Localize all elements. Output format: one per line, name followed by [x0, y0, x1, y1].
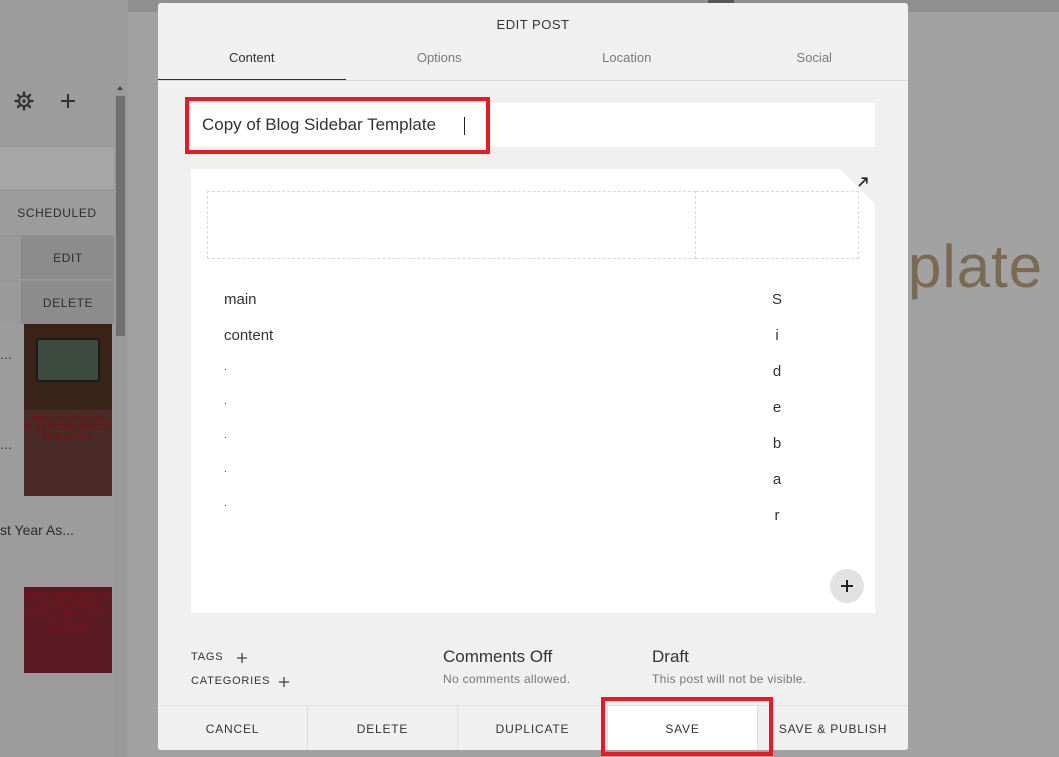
post-title-input[interactable]: [191, 103, 875, 147]
add-tag-plus-icon[interactable]: [236, 652, 248, 664]
post-list-item-title[interactable]: st Year As...: [0, 522, 74, 538]
spacer-block-main[interactable]: [207, 191, 696, 259]
add-category-plus-icon[interactable]: [278, 676, 290, 688]
cancel-button[interactable]: CANCEL: [158, 706, 308, 750]
post-thumbnail[interactable]: NEED A WEBSITE FOR YOUR BUSINESS THAT LO…: [24, 587, 112, 673]
modal-footer: CANCEL DELETE DUPLICATE SAVE SAVE & PUBL…: [158, 705, 908, 750]
sidebar-letter: S: [771, 291, 782, 308]
main-content-column[interactable]: main content . . . . .: [224, 285, 524, 527]
plus-icon[interactable]: [58, 91, 78, 111]
comments-status-description: No comments allowed.: [443, 672, 571, 686]
content-editor[interactable]: main content . . . . . S i d e b a r: [191, 169, 875, 613]
sidebar-letter: r: [774, 507, 780, 524]
post-thumbnail[interactable]: HOW TO OPTIMIZE BLOG POSTS BEFORE PUBLIS…: [24, 410, 112, 496]
expand-icon[interactable]: [857, 176, 869, 188]
post-status-toggle[interactable]: Draft: [652, 647, 689, 667]
thumbnail-text: NEED A WEBSITE FOR YOUR BUSINESS THAT LO…: [24, 591, 112, 636]
gear-icon[interactable]: [14, 91, 34, 111]
sidebar-letter: b: [772, 435, 782, 452]
tab-social[interactable]: Social: [721, 43, 909, 80]
background-page-heading: plate: [908, 233, 1044, 300]
delete-row[interactable]: DELETE: [0, 280, 114, 324]
scrollbar-thumb[interactable]: [116, 96, 125, 336]
delete-label: DELETE: [42, 295, 94, 310]
main-content-line: .: [224, 464, 227, 475]
thumbnail-screen-image: [36, 338, 100, 382]
edit-row-left-cell: [0, 236, 22, 279]
tab-location[interactable]: Location: [533, 43, 721, 80]
add-block-button[interactable]: [830, 569, 864, 603]
save-button[interactable]: SAVE: [608, 706, 758, 750]
main-content-line: .: [224, 498, 227, 509]
scroll-up-arrow-icon[interactable]: [117, 86, 123, 90]
tab-options[interactable]: Options: [346, 43, 534, 80]
edit-post-modal: EDIT POST Content Options Location Socia…: [158, 3, 908, 750]
post-thumbnail[interactable]: [24, 324, 112, 410]
main-content-line: main: [224, 291, 257, 308]
categories-label: CATEGORIES: [191, 675, 271, 687]
add-block-icon: [841, 580, 853, 592]
truncation-ellipsis: …: [0, 348, 12, 362]
edit-label: EDIT: [53, 250, 83, 265]
sidebar-letter: a: [772, 471, 782, 488]
sidebar-letter: d: [772, 363, 782, 380]
sidebar-letter: e: [772, 399, 782, 416]
background-search-band: [0, 147, 114, 189]
text-caret: [464, 117, 465, 135]
sidebar-letter: i: [775, 327, 779, 344]
tags-label: TAGS: [191, 651, 224, 663]
modal-tabs: Content Options Location Social: [158, 43, 908, 81]
comments-status-toggle[interactable]: Comments Off: [443, 647, 552, 667]
modal-title: EDIT POST: [496, 17, 570, 32]
edit-row[interactable]: EDIT: [0, 235, 114, 279]
truncation-ellipsis: …: [0, 438, 12, 452]
duplicate-button[interactable]: DUPLICATE: [458, 706, 608, 750]
main-content-line: content: [224, 327, 274, 344]
scheduled-label: SCHEDULED: [17, 205, 97, 220]
sidebar-column[interactable]: S i d e b a r: [767, 285, 787, 537]
main-content-line: .: [224, 396, 227, 407]
scheduled-filter[interactable]: SCHEDULED: [0, 190, 114, 234]
spacer-block-sidebar[interactable]: [696, 191, 859, 259]
delete-row-left-cell: [0, 281, 22, 324]
thumbnail-text: HOW TO OPTIMIZE BLOG POSTS BEFORE PUBLIS…: [24, 414, 112, 441]
main-content-line: .: [224, 430, 227, 441]
delete-button[interactable]: DELETE: [308, 706, 458, 750]
post-status-description: This post will not be visible.: [652, 672, 807, 686]
main-content-line: .: [224, 362, 227, 373]
tab-content[interactable]: Content: [158, 43, 346, 80]
save-and-publish-button[interactable]: SAVE & PUBLISH: [758, 706, 908, 750]
